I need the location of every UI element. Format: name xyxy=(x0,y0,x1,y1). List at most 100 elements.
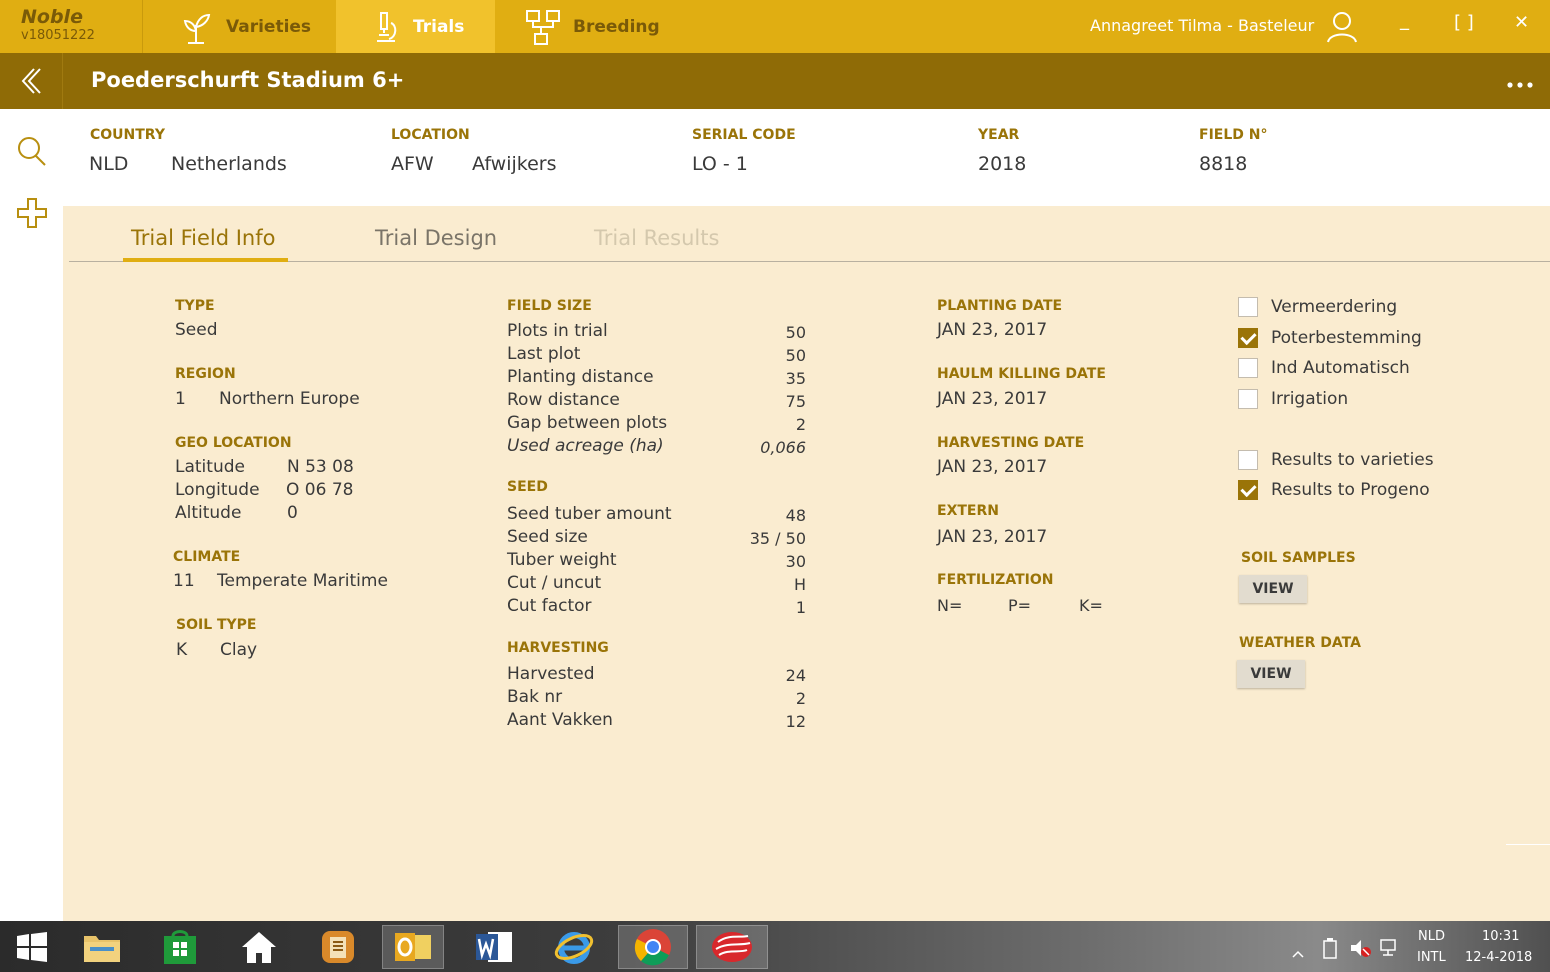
back-button[interactable] xyxy=(0,53,63,109)
internet-explorer-icon[interactable] xyxy=(552,925,596,969)
user-avatar-icon[interactable] xyxy=(1325,10,1359,48)
seed-value: 1 xyxy=(795,598,806,617)
vermeerdering-checkbox[interactable] xyxy=(1238,297,1258,317)
noble-app-icon[interactable] xyxy=(696,925,768,969)
serial-code-label: SERIAL CODE xyxy=(692,127,796,143)
harvesting-value: 12 xyxy=(785,712,806,731)
store-icon[interactable] xyxy=(158,925,202,969)
country-name: Netherlands xyxy=(171,153,287,175)
extern-label: EXTERN xyxy=(937,503,999,519)
year-value: 2018 xyxy=(978,153,1027,175)
field-size-value: 75 xyxy=(785,392,806,411)
chrome-icon[interactable] xyxy=(618,925,688,969)
seed-value: H xyxy=(793,575,806,594)
nav-tab-varieties[interactable]: Varieties xyxy=(143,0,336,53)
checkbox-label: Results to Progeno xyxy=(1271,480,1430,500)
used-acreage-key: Used acreage (ha) xyxy=(507,436,664,456)
volume-muted-icon[interactable] xyxy=(1348,937,1372,963)
seed-key: Seed tuber amount xyxy=(507,504,672,524)
field-number-value: 8818 xyxy=(1199,153,1248,175)
harvesting-value: 2 xyxy=(795,689,806,708)
year-label: YEAR xyxy=(978,127,1020,143)
irrigation-checkbox[interactable] xyxy=(1238,389,1258,409)
field-size-key: Row distance xyxy=(507,390,620,410)
tab-trial-field-info[interactable]: Trial Field Info xyxy=(131,226,275,250)
field-size-key: Plots in trial xyxy=(507,321,608,341)
results-to-varieties-checkbox[interactable] xyxy=(1238,450,1258,470)
tab-trial-results: Trial Results xyxy=(594,226,720,250)
harvesting-key: Aant Vakken xyxy=(507,710,613,730)
tab-trial-design[interactable]: Trial Design xyxy=(375,226,497,250)
page-title-bar: Poederschurft Stadium 6+ xyxy=(0,53,1550,109)
outlook-icon[interactable] xyxy=(382,925,444,969)
type-value: Seed xyxy=(175,320,218,340)
checkbox-label: Irrigation xyxy=(1271,389,1349,409)
word-icon[interactable] xyxy=(472,925,516,969)
haulm-killing-date-value[interactable]: JAN 23, 2017 xyxy=(937,389,1047,409)
windows-start-icon[interactable] xyxy=(10,925,54,969)
network-icon[interactable] xyxy=(1378,937,1402,963)
maximize-button[interactable]: [ ] xyxy=(1454,12,1474,33)
trial-header-info: COUNTRY NLD Netherlands LOCATION AFW Afw… xyxy=(63,109,1550,206)
nav-tab-label: Breeding xyxy=(573,16,660,37)
minimize-button[interactable]: _ xyxy=(1400,10,1409,31)
nav-tab-trials[interactable]: Trials xyxy=(336,0,495,53)
checkbox-label: Ind Automatisch xyxy=(1271,358,1410,378)
extern-value[interactable]: JAN 23, 2017 xyxy=(937,527,1047,547)
planting-date-value[interactable]: JAN 23, 2017 xyxy=(937,320,1047,340)
field-size-key: Gap between plots xyxy=(507,413,668,433)
hierarchy-icon xyxy=(526,9,560,45)
country-code: NLD xyxy=(89,153,129,175)
field-size-value: 35 xyxy=(785,369,806,388)
search-icon[interactable] xyxy=(16,135,48,171)
soil-samples-label: SOIL SAMPLES xyxy=(1241,550,1356,566)
clock-date[interactable]: 12-4-2018 xyxy=(1465,950,1532,965)
close-button[interactable]: ✕ xyxy=(1514,12,1529,33)
microscope-icon xyxy=(377,11,397,42)
seed-label: SEED xyxy=(507,479,548,495)
user-name: Annagreet Tilma - Basteleur xyxy=(1090,16,1315,35)
seed-key: Cut factor xyxy=(507,596,592,616)
checkbox-label: Results to varieties xyxy=(1271,450,1434,470)
poterbestemming-checkbox[interactable] xyxy=(1238,328,1258,348)
harvesting-date-value[interactable]: JAN 23, 2017 xyxy=(937,457,1047,477)
soil-type-code: K xyxy=(176,640,188,660)
clipboard-app-icon[interactable] xyxy=(316,925,360,969)
nav-tab-breeding[interactable]: Breeding xyxy=(495,0,685,53)
input-language-2[interactable]: INTL xyxy=(1417,950,1446,965)
top-nav-bar: Noble v18051222 Varieties Trials Breedin… xyxy=(0,0,1550,53)
chevron-up-icon[interactable] xyxy=(1292,943,1304,962)
region-name: Northern Europe xyxy=(219,389,360,409)
input-language-1[interactable]: NLD xyxy=(1418,929,1445,944)
location-label: LOCATION xyxy=(391,127,470,143)
tab-divider xyxy=(69,261,1550,262)
soil-samples-view-button[interactable]: VIEW xyxy=(1239,575,1307,603)
geo-key: Longitude xyxy=(175,480,260,500)
soil-type-label: SOIL TYPE xyxy=(176,617,257,633)
page-title: Poederschurft Stadium 6+ xyxy=(91,68,405,92)
used-acreage-value: 0,066 xyxy=(760,438,806,457)
geo-key: Altitude xyxy=(175,503,242,523)
nav-tab-label: Varieties xyxy=(226,16,312,37)
file-explorer-icon[interactable] xyxy=(80,925,124,969)
add-icon[interactable] xyxy=(16,197,48,233)
weather-data-view-button[interactable]: VIEW xyxy=(1237,660,1305,688)
clock-time[interactable]: 10:31 xyxy=(1482,929,1519,944)
country-label: COUNTRY xyxy=(90,127,165,143)
app-version: v18051222 xyxy=(21,28,95,43)
planting-date-label: PLANTING DATE xyxy=(937,298,1063,314)
field-size-key: Planting distance xyxy=(507,367,654,387)
seed-value: 35 / 50 xyxy=(749,529,806,548)
results-to-progeno-checkbox[interactable] xyxy=(1238,480,1258,500)
seed-key: Tuber weight xyxy=(507,550,617,570)
fertilization-k: K= xyxy=(1079,596,1103,615)
harvesting-key: Bak nr xyxy=(507,687,563,707)
home-icon[interactable] xyxy=(237,925,281,969)
more-options-icon[interactable] xyxy=(1506,75,1534,94)
seed-key: Cut / uncut xyxy=(507,573,602,593)
battery-icon[interactable] xyxy=(1318,937,1342,963)
harvesting-value: 24 xyxy=(785,666,806,685)
field-size-value: 50 xyxy=(785,346,806,365)
ind-automatisch-checkbox[interactable] xyxy=(1238,358,1258,378)
app-brand: Noble v18051222 xyxy=(0,0,143,53)
